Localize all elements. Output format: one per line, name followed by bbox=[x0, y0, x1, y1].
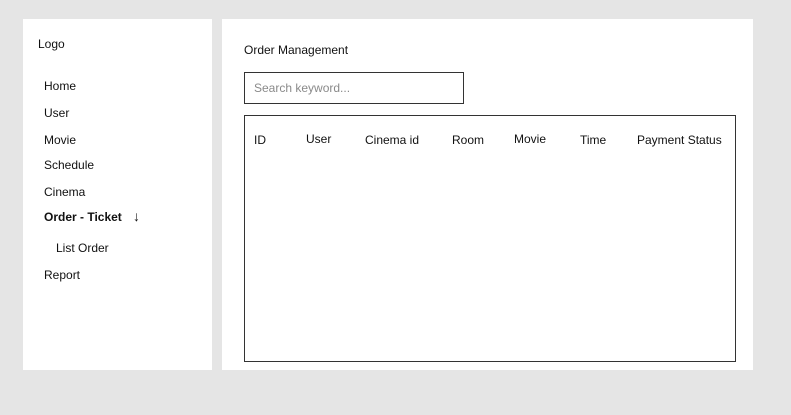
sidebar-item-report[interactable]: Report bbox=[44, 268, 80, 282]
order-table: ID User Cinema id Room Movie Time Paymen… bbox=[244, 115, 736, 362]
page-title: Order Management bbox=[244, 43, 349, 57]
logo: Logo bbox=[38, 37, 65, 51]
column-header-cinema-id[interactable]: Cinema id bbox=[365, 133, 419, 147]
sidebar: Logo Home User Movie Schedule Cinema Ord… bbox=[23, 19, 212, 370]
sidebar-item-home[interactable]: Home bbox=[44, 79, 76, 93]
column-header-user[interactable]: User bbox=[306, 132, 331, 146]
sidebar-item-user[interactable]: User bbox=[44, 106, 69, 120]
sidebar-item-cinema[interactable]: Cinema bbox=[44, 185, 85, 199]
sidebar-item-movie[interactable]: Movie bbox=[44, 133, 76, 147]
column-header-room[interactable]: Room bbox=[452, 133, 484, 147]
sidebar-item-schedule[interactable]: Schedule bbox=[44, 158, 94, 172]
sidebar-item-order-ticket[interactable]: Order - Ticket ↓ bbox=[44, 209, 140, 224]
sidebar-item-label: Order - Ticket bbox=[44, 210, 122, 224]
column-header-time[interactable]: Time bbox=[580, 133, 606, 147]
column-header-id[interactable]: ID bbox=[254, 133, 266, 147]
main-panel: Order Management ID User Cinema id Room … bbox=[222, 19, 753, 370]
column-header-payment-status[interactable]: Payment Status bbox=[637, 133, 722, 147]
column-header-movie[interactable]: Movie bbox=[514, 132, 546, 146]
arrow-down-icon: ↓ bbox=[133, 208, 140, 224]
sidebar-subitem-list-order[interactable]: List Order bbox=[56, 241, 109, 255]
search-input[interactable] bbox=[244, 72, 464, 104]
